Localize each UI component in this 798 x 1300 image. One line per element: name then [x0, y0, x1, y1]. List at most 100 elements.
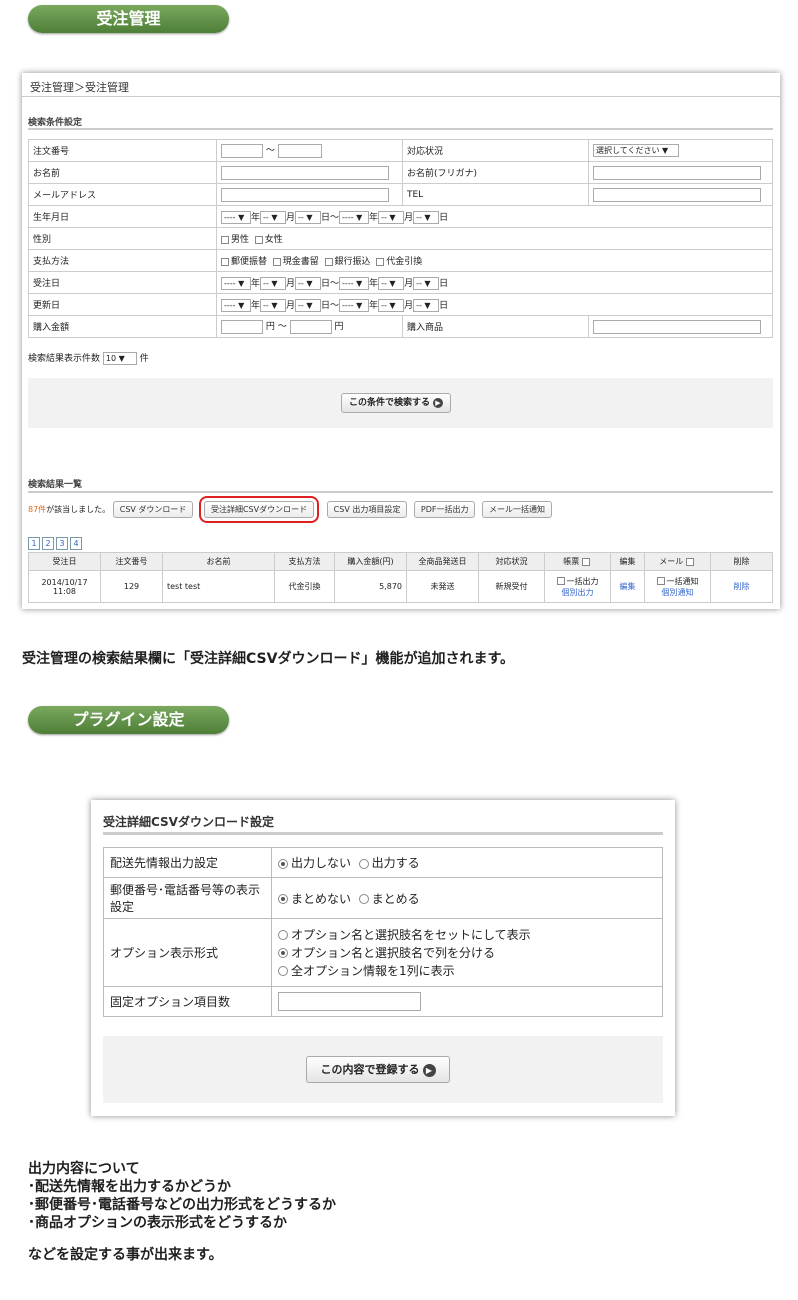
mail-header-label: メール	[659, 557, 684, 566]
no-merge-radio[interactable]	[278, 894, 288, 904]
search-button-label: この条件で検索する	[348, 398, 430, 408]
month-select[interactable]: -- ▼	[260, 276, 287, 290]
payment-label: 支払方法	[28, 249, 217, 272]
payment-checkbox[interactable]	[376, 257, 385, 266]
amount-to-input[interactable]	[289, 319, 332, 334]
tel-input[interactable]	[593, 187, 761, 202]
description-line: ･郵便番号･電話番号などの出力形式をどうするか	[28, 1197, 336, 1213]
forms-header-label: 帳票	[563, 557, 580, 566]
bulk-notify-checkbox[interactable]	[656, 577, 665, 585]
date-unit: 日〜	[321, 278, 340, 289]
name-input[interactable]	[221, 165, 389, 180]
month-select[interactable]: -- ▼	[260, 298, 287, 312]
month-select[interactable]: -- ▼	[378, 298, 405, 312]
result-count-unit: 件	[139, 354, 149, 364]
order-detail-csv-download-button[interactable]: 受注詳細CSVダウンロード	[198, 496, 320, 523]
day-select[interactable]: -- ▼	[295, 298, 322, 312]
payment-checkbox[interactable]	[324, 257, 333, 266]
merge-radio[interactable]	[358, 894, 369, 904]
date-unit: 年	[251, 278, 261, 289]
csv-download-button[interactable]: CSV ダウンロード	[112, 501, 194, 518]
bulk-output-checkbox[interactable]	[556, 577, 565, 585]
year-select[interactable]: ---- ▼	[339, 210, 370, 224]
register-button[interactable]: この内容で登録する ▶	[306, 1056, 450, 1083]
email-input[interactable]	[221, 187, 389, 202]
delete-link[interactable]: 削除	[710, 570, 773, 603]
option-split-radio[interactable]	[278, 948, 288, 958]
female-checkbox[interactable]	[254, 235, 263, 244]
date-unit: 月	[286, 300, 296, 311]
tel-label: TEL	[402, 183, 589, 206]
shipping-no-output-radio[interactable]	[278, 858, 288, 869]
date-unit: 日〜	[321, 300, 340, 311]
radio-label: まとめない	[291, 891, 352, 906]
pdf-bulk-output-button[interactable]: PDF一括出力	[413, 501, 476, 518]
payment-checkbox[interactable]	[272, 257, 281, 266]
register-button-label: この内容で登録する	[320, 1063, 420, 1076]
column-header: 全商品発送日	[406, 552, 479, 571]
day-select[interactable]: -- ▼	[295, 210, 322, 224]
product-label: 購入商品	[402, 315, 589, 338]
description-line: 出力内容について	[28, 1161, 140, 1177]
year-select[interactable]: ---- ▼	[339, 276, 370, 290]
mail-bulk-notify-button[interactable]: メール一括通知	[482, 501, 553, 518]
option-single-column-radio[interactable]	[278, 966, 288, 976]
month-select[interactable]: -- ▼	[378, 210, 405, 224]
fixed-option-count-input[interactable]	[278, 992, 421, 1011]
order-no-from-input[interactable]	[221, 143, 263, 158]
year-select[interactable]: ---- ▼	[221, 210, 251, 224]
mail-cell: 一括通知 個別通知	[644, 570, 711, 603]
date-unit: 日	[439, 212, 449, 223]
shipping-output-radio[interactable]	[358, 858, 369, 869]
day-select[interactable]: -- ▼	[413, 210, 440, 224]
order-no-to-input[interactable]	[277, 143, 322, 158]
date-unit: 年	[369, 212, 379, 223]
month-select[interactable]: -- ▼	[378, 276, 405, 290]
day-select[interactable]: -- ▼	[413, 298, 440, 312]
column-header: 編集	[610, 552, 645, 571]
individual-output-link[interactable]: 個別出力	[545, 587, 610, 598]
column-header-forms: 帳票	[544, 552, 611, 571]
female-label: 女性	[264, 235, 283, 245]
year-select[interactable]: ---- ▼	[221, 298, 251, 312]
column-header: 受注日	[28, 552, 101, 571]
section-title-order-management: 受注管理	[28, 5, 229, 33]
year-select[interactable]: ---- ▼	[221, 276, 251, 290]
radio-label: オプション名と選択肢名をセットにして表示	[291, 927, 531, 942]
date-unit: 日	[439, 300, 449, 311]
page-link[interactable]: 1	[28, 537, 40, 550]
individual-notify-link[interactable]: 個別通知	[645, 587, 710, 598]
results-heading: 検索結果一覧	[28, 480, 83, 490]
column-header: 注文番号	[100, 552, 163, 571]
option-set-radio[interactable]	[278, 930, 288, 940]
name-kana-input[interactable]	[593, 165, 761, 180]
order-date: 2014/10/17	[41, 577, 88, 587]
edit-link[interactable]: 編集	[610, 570, 645, 603]
result-count-select[interactable]: 10 ▼	[102, 352, 137, 365]
page-link[interactable]: 2	[42, 537, 54, 550]
male-checkbox[interactable]	[221, 235, 229, 244]
year-select[interactable]: ---- ▼	[339, 298, 370, 312]
month-select[interactable]: -- ▼	[260, 210, 287, 224]
description-line: ･配送先情報を出力するかどうか	[28, 1179, 231, 1195]
payment-checkbox[interactable]	[221, 257, 229, 266]
order-date-cell: 2014/10/17 11:08	[28, 570, 101, 603]
order-date-range: ---- ▼ 年 -- ▼ 月 -- ▼ 日〜 ---- ▼ 年 -- ▼ 月 -- ▼ 日	[216, 271, 773, 294]
search-button[interactable]: この条件で検索する ▶	[341, 393, 451, 413]
product-input[interactable]	[593, 319, 761, 334]
status-select[interactable]: 選択してください ▼	[593, 144, 679, 157]
day-select[interactable]: -- ▼	[413, 276, 440, 290]
search-conditions-heading: 検索条件設定	[28, 118, 83, 128]
mail-select-all-checkbox[interactable]	[685, 557, 694, 566]
arrow-right-icon: ▶	[422, 1063, 436, 1077]
plugin-settings-title: 受注詳細CSVダウンロード設定	[103, 815, 274, 829]
forms-select-all-checkbox[interactable]	[581, 557, 590, 566]
date-unit: 月	[404, 278, 414, 289]
csv-output-settings-button[interactable]: CSV 出力項目設定	[326, 501, 408, 518]
date-unit: 月	[404, 212, 414, 223]
page-link[interactable]: 4	[70, 537, 82, 550]
amount-from-input[interactable]	[221, 319, 263, 334]
day-select[interactable]: -- ▼	[295, 276, 322, 290]
page-link[interactable]: 3	[56, 537, 68, 550]
results-table: 受注日 注文番号 お名前 支払方法 購入金額(円) 全商品発送日 対応状況 帳票…	[28, 552, 773, 603]
